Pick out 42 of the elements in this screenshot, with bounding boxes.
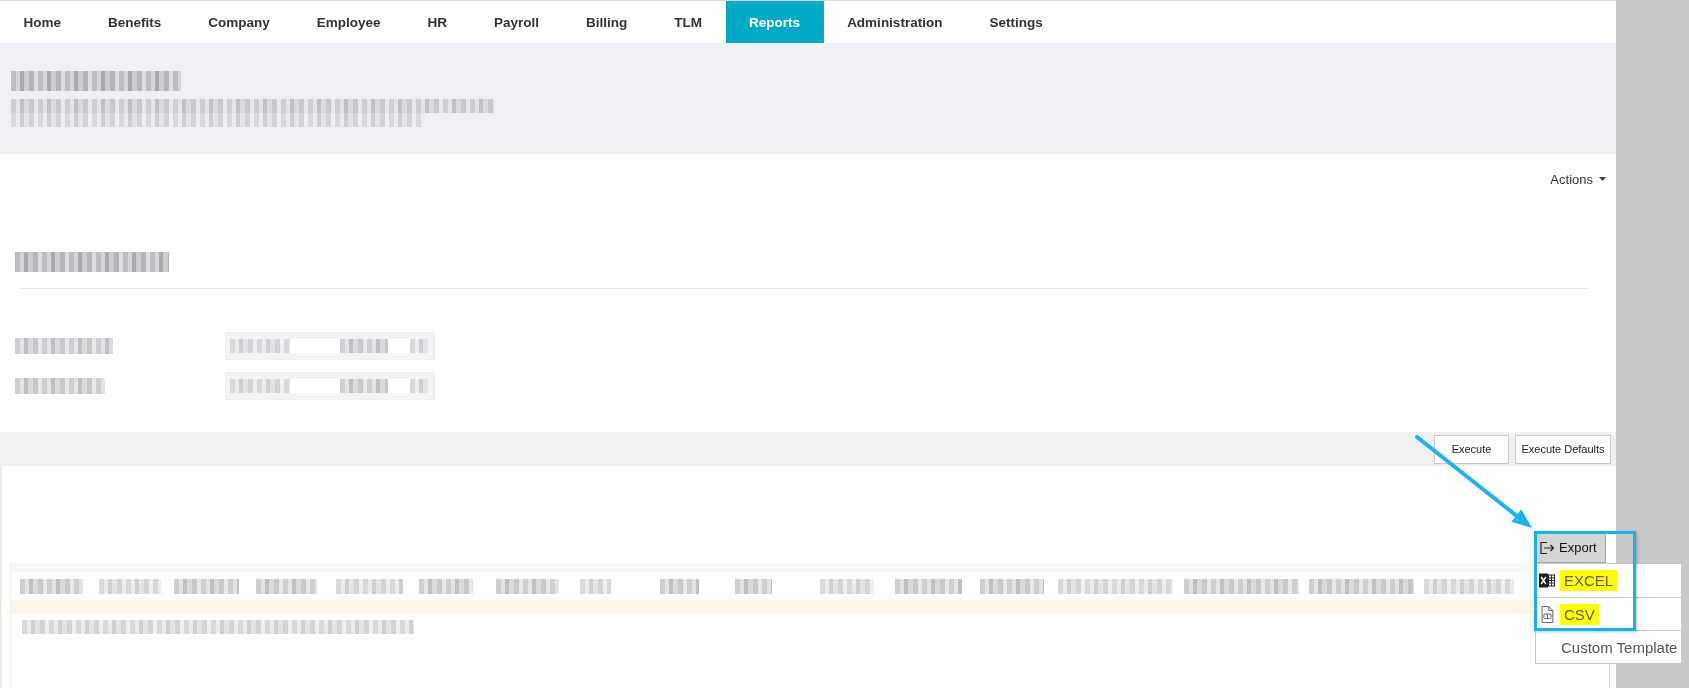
blurred-text <box>410 379 428 393</box>
blurred-text <box>340 339 388 353</box>
blurred-text <box>256 578 317 594</box>
blurred-text <box>419 578 473 594</box>
nav-tab[interactable]: TLM <box>650 1 726 43</box>
blurred-text <box>820 578 874 594</box>
export-icon <box>1539 539 1555 556</box>
nav-tab[interactable]: Billing <box>562 1 651 43</box>
file-icon <box>1539 605 1555 623</box>
toolbar-button[interactable]: Execute Defaults <box>1515 434 1611 464</box>
blurred-text <box>230 379 290 393</box>
spreadsheet-icon <box>1539 572 1555 589</box>
nav-tab[interactable]: HR <box>404 1 471 43</box>
nav-tab[interactable]: Company <box>184 1 294 43</box>
nav-tab[interactable]: Home <box>0 1 85 43</box>
toolbar-button[interactable]: Execute <box>1434 434 1509 464</box>
nav-tab[interactable]: Payroll <box>470 1 563 43</box>
blurred-text <box>895 578 962 594</box>
blurred-text <box>20 578 83 594</box>
caret-icon <box>1599 177 1606 181</box>
input-field[interactable] <box>225 332 435 360</box>
menu-item[interactable]: CSV <box>1560 603 1599 625</box>
blurred-text <box>735 578 772 594</box>
export-button[interactable]: Export <box>1535 532 1606 563</box>
menu-item[interactable]: Custom Template <box>1561 636 1678 658</box>
nav-tab[interactable]: Benefits <box>84 1 185 43</box>
blurred-text <box>496 578 559 594</box>
blurred-text <box>410 339 428 353</box>
blurred-text <box>336 578 403 594</box>
input-field[interactable] <box>225 372 435 400</box>
blurred-text <box>99 578 161 594</box>
actions-button[interactable]: Actions <box>1550 170 1606 188</box>
nav-tab[interactable]: Employee <box>293 1 405 43</box>
blurred-text <box>580 578 611 594</box>
menu-item[interactable]: EXCEL <box>1560 570 1618 591</box>
blurred-text <box>980 578 1044 594</box>
blurred-text <box>230 339 290 353</box>
nav-tab[interactable]: Settings <box>965 1 1067 43</box>
blurred-text <box>174 578 239 594</box>
blurred-text <box>340 379 388 393</box>
nav-tab[interactable]: Administration <box>823 1 966 43</box>
blurred-text <box>660 578 699 594</box>
